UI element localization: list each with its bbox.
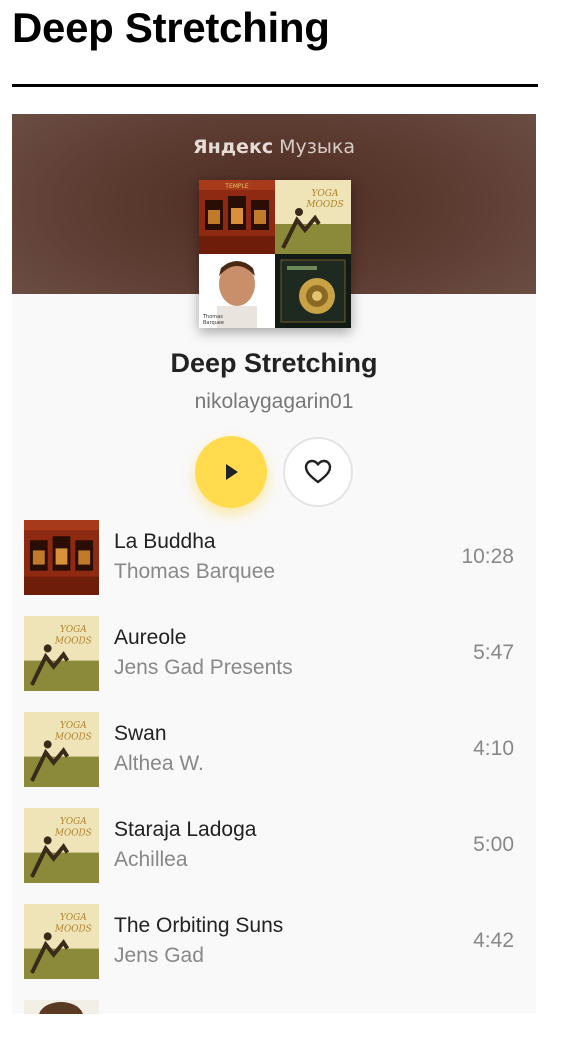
track-title[interactable]: Staraja Ladoga — [114, 818, 256, 842]
svg-text:MOODS: MOODS — [54, 636, 92, 646]
track-duration: 5:00 — [473, 833, 514, 856]
track-title[interactable]: Aureole — [114, 626, 186, 650]
yoga-moods-album-cover: YOGA MOODS — [275, 180, 351, 254]
track-title[interactable]: The Orbiting Suns — [114, 914, 283, 938]
page-title: Deep Stretching — [12, 4, 330, 51]
track-list: La Buddha Thomas Barquee 10:28 YOGA MOOD… — [12, 518, 536, 998]
svg-text:MOODS: MOODS — [54, 732, 92, 742]
track-artist[interactable]: Jens Gad — [114, 944, 204, 968]
track-duration: 4:42 — [473, 929, 514, 952]
track-artist[interactable]: Jens Gad Presents — [114, 656, 293, 680]
svg-text:YOGA: YOGA — [311, 189, 339, 199]
temple-album-cover — [24, 520, 99, 595]
playlist-widget: Яндекс Музыка TEMPLE YOGA MOODS Thomas B… — [12, 114, 536, 1014]
title-divider — [12, 84, 538, 87]
track-duration: 10:28 — [461, 545, 514, 568]
svg-text:YOGA: YOGA — [60, 625, 87, 635]
svg-text:YOGA: YOGA — [60, 913, 87, 923]
portrait-album-cover: Thomas Barquee — [199, 254, 275, 328]
yoga-moods-album-cover: YOGA MOODS — [24, 808, 99, 883]
temple-album-cover: TEMPLE — [199, 180, 275, 254]
track-row[interactable]: YOGA MOODS Swan Althea W. 4:10 — [12, 710, 536, 806]
track-title[interactable]: La Buddha — [114, 530, 216, 554]
track-artist[interactable]: Thomas Barquee — [114, 560, 275, 584]
brand-sub: Музыка — [279, 136, 356, 158]
svg-text:YOGA: YOGA — [60, 721, 87, 731]
yandex-music-logo[interactable]: Яндекс Музыка — [12, 136, 536, 158]
svg-text:MOODS: MOODS — [54, 828, 92, 838]
track-duration: 5:47 — [473, 641, 514, 664]
track-row[interactable]: YOGA MOODS Aureole Jens Gad Presents 5:4… — [12, 614, 536, 710]
track-title[interactable]: Swan — [114, 722, 167, 746]
play-icon — [226, 464, 238, 480]
playlist-title: Deep Stretching — [170, 348, 378, 378]
yoga-moods-album-cover: YOGA MOODS — [24, 712, 99, 787]
track-artist[interactable]: Achillea — [114, 848, 188, 872]
svg-text:MOODS: MOODS — [54, 924, 92, 934]
track-row[interactable]: YOGA MOODS The Orbiting Suns Jens Gad 4:… — [12, 902, 536, 998]
track-row[interactable]: YOGA MOODS Staraja Ladoga Achillea 5:00 — [12, 806, 536, 902]
brand-main: Яндекс — [192, 136, 274, 158]
cover-text-temple: TEMPLE — [224, 183, 249, 190]
play-button[interactable] — [195, 436, 267, 508]
yoga-moods-album-cover: YOGA MOODS — [24, 904, 99, 979]
heart-icon — [304, 459, 332, 484]
track-row[interactable]: La Buddha Thomas Barquee 10:28 — [12, 518, 536, 614]
track-duration: 4:10 — [473, 737, 514, 760]
svg-text:Barquee: Barquee — [203, 320, 224, 326]
svg-text:MOODS: MOODS — [305, 200, 343, 210]
next-track-cover-partial — [24, 1000, 99, 1014]
playlist-owner[interactable]: nikolaygagarin01 — [12, 390, 536, 414]
playlist-cover[interactable]: TEMPLE YOGA MOODS Thomas Barquee — [199, 180, 351, 328]
shell-album-cover — [275, 254, 351, 328]
svg-text:YOGA: YOGA — [60, 817, 87, 827]
like-button[interactable] — [283, 437, 353, 507]
yoga-moods-album-cover: YOGA MOODS — [24, 616, 99, 691]
track-artist[interactable]: Althea W. — [114, 752, 204, 776]
